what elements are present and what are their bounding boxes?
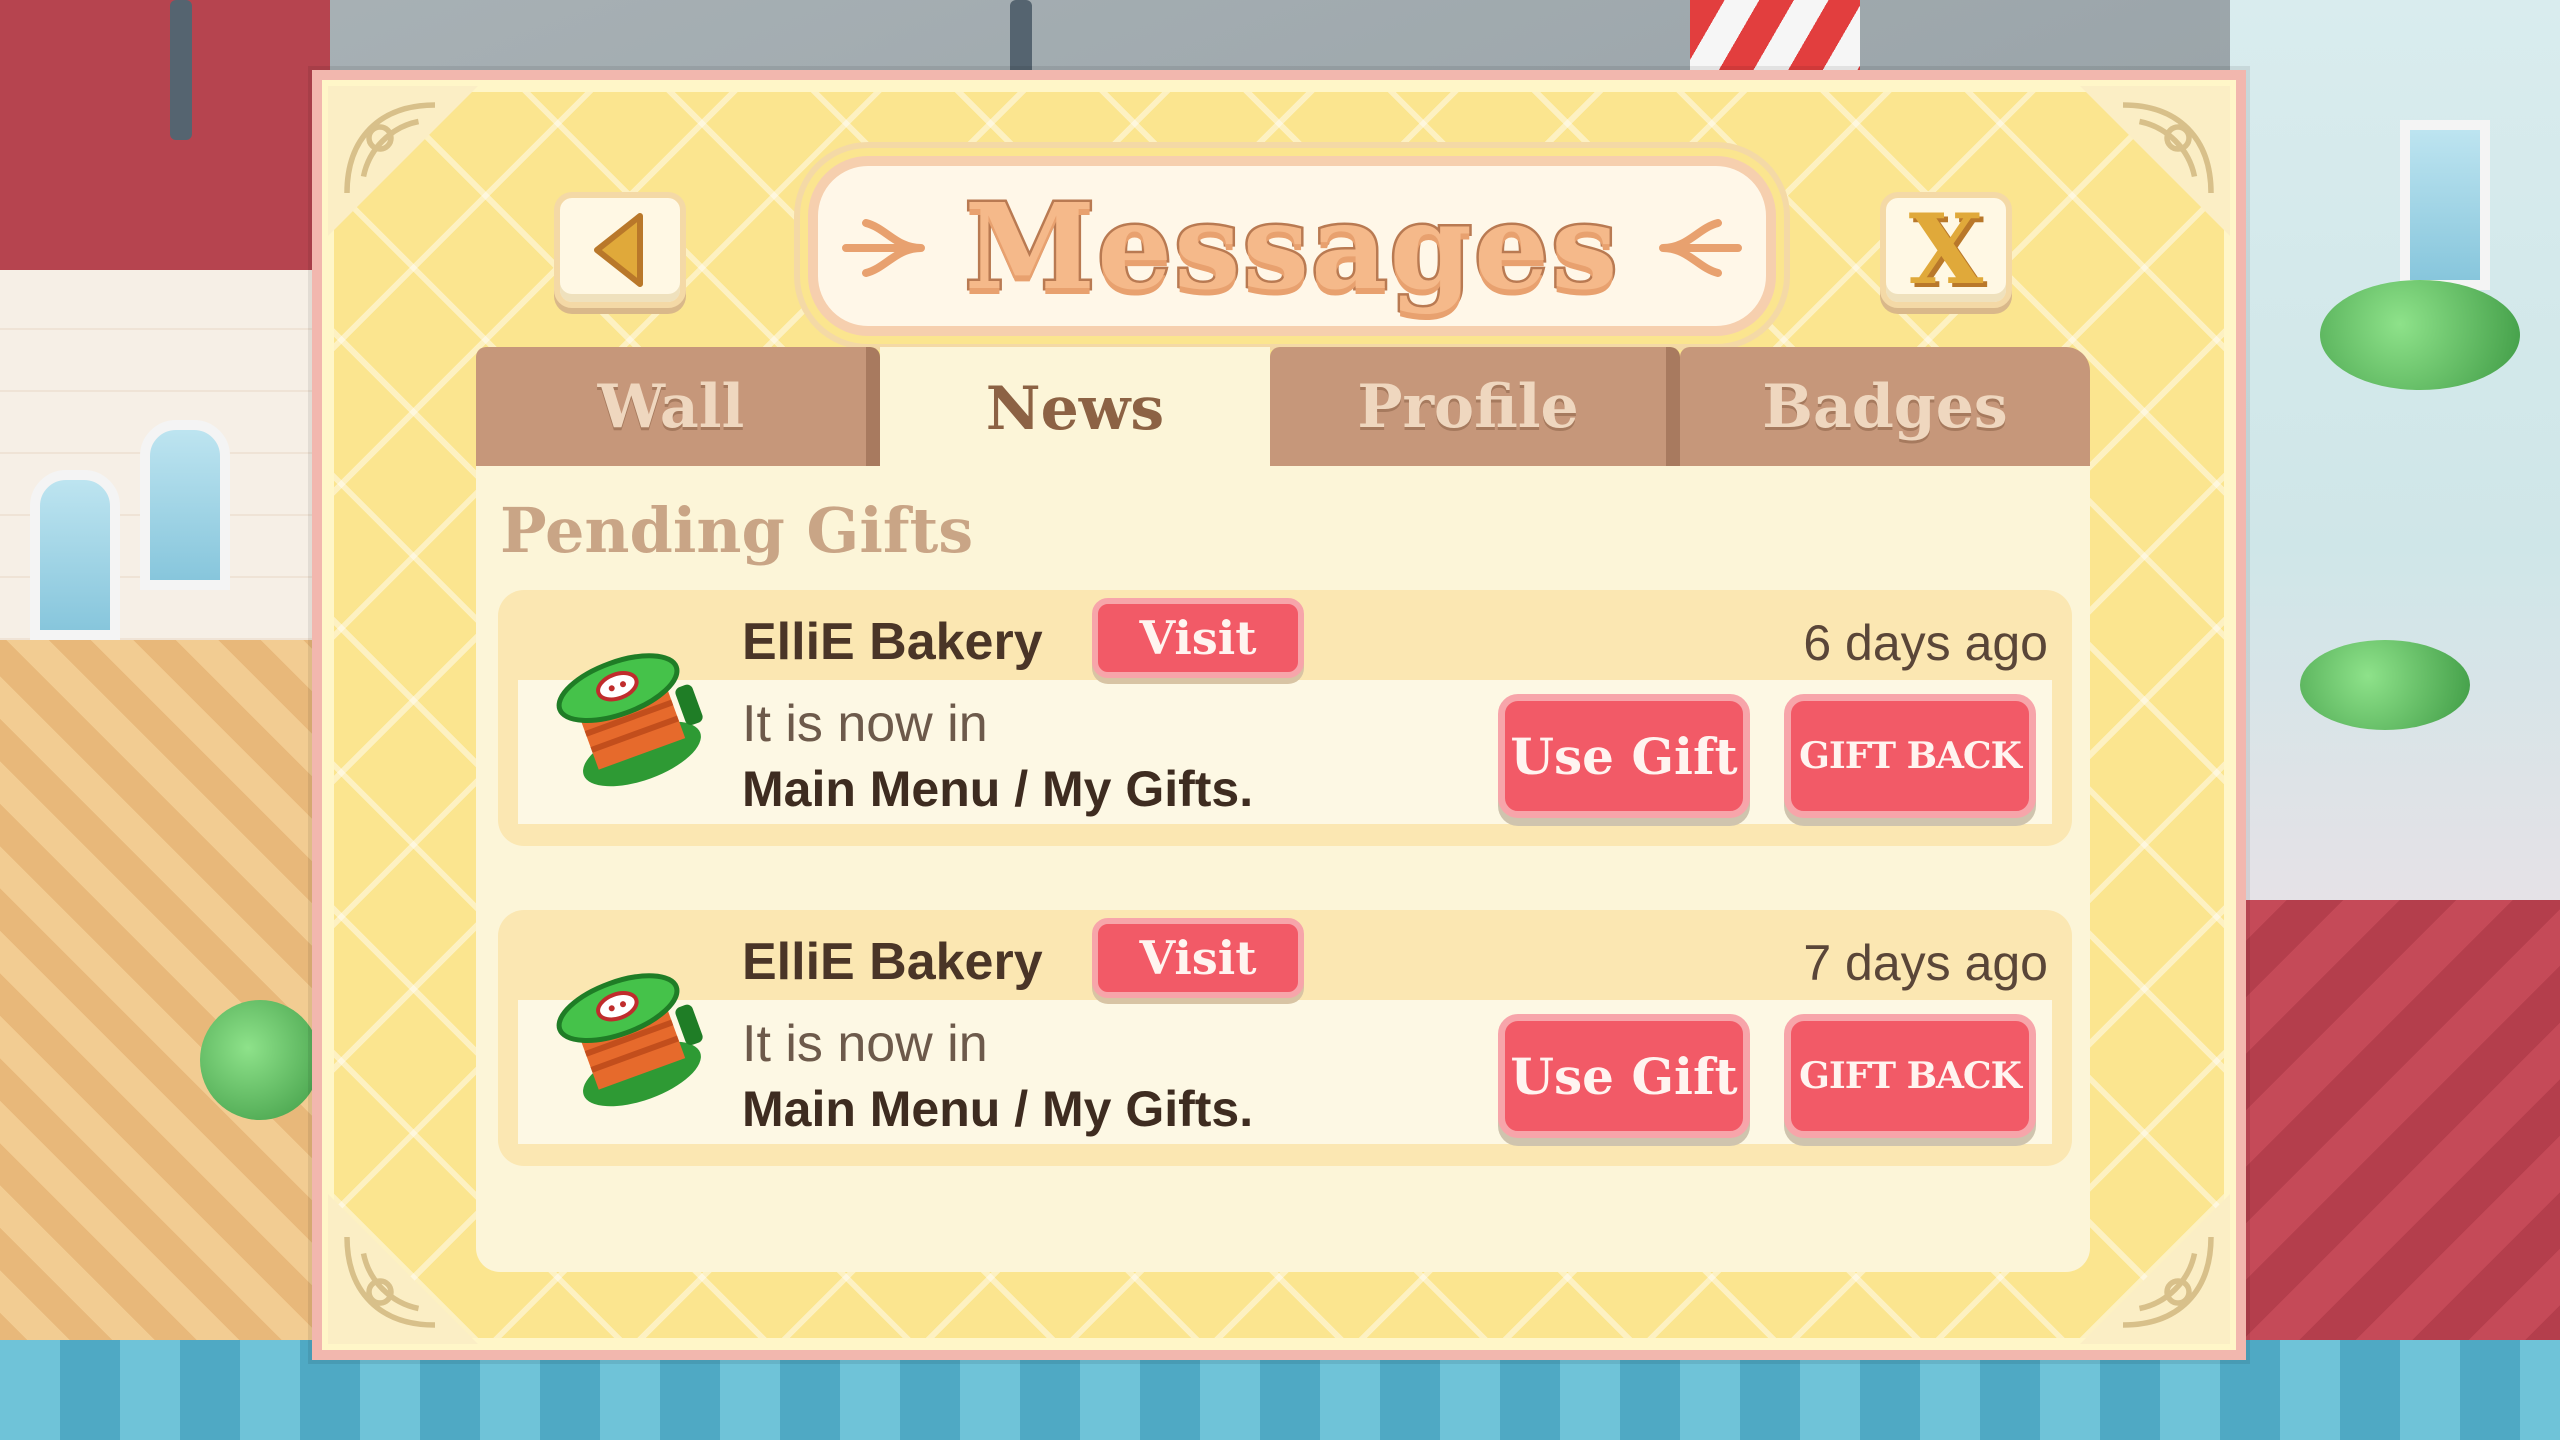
corner-ornament (328, 1194, 478, 1344)
visit-button[interactable]: Visit (1092, 918, 1304, 998)
sender-name: ElliE Bakery (742, 933, 1043, 991)
flower-bush (2320, 280, 2520, 390)
cable-spool-gift-icon (556, 653, 703, 787)
timestamp: 6 days ago (1803, 615, 2048, 671)
back-button[interactable] (554, 192, 686, 308)
flower-bush (2300, 640, 2470, 730)
tab-wall[interactable]: Wall (476, 347, 880, 467)
flourish-icon (842, 219, 925, 277)
bakery-window (30, 470, 120, 640)
striped-awning (1690, 0, 1860, 80)
gift-location: Main Menu / My Gifts. (742, 1081, 1254, 1137)
gift-item: ElliE Bakery Visit 6 days ago It is now … (498, 590, 2072, 846)
gift-item: ElliE Bakery Visit 7 days ago It is now … (498, 910, 2072, 1166)
lamp-post (1010, 0, 1032, 80)
close-button[interactable]: X (1880, 192, 2012, 308)
corner-ornament (2080, 1194, 2230, 1344)
gift-location: Main Menu / My Gifts. (742, 761, 1254, 817)
back-arrow-icon (594, 213, 643, 287)
cable-spool-gift-icon (556, 973, 703, 1107)
use-gift-button[interactable]: Use Gift (1498, 694, 1750, 818)
news-panel: Pending Gifts ElliE Bakery Visit 6 days … (476, 466, 2090, 1272)
tiled-floor (0, 1340, 2560, 1440)
tab-badges[interactable]: Badges (1680, 347, 2090, 467)
sender-name: ElliE Bakery (742, 613, 1043, 671)
bakery-window (140, 420, 230, 590)
corner-ornament (328, 86, 478, 236)
flourish-icon (1659, 219, 1742, 277)
flower-pot (200, 1000, 320, 1120)
timestamp: 7 days ago (1803, 935, 2048, 991)
dialog-title: Messages (962, 174, 1620, 318)
section-title: Pending Gifts (500, 494, 974, 567)
use-gift-button[interactable]: Use Gift (1498, 1014, 1750, 1138)
title-banner: Messages (808, 156, 1776, 336)
tab-news[interactable]: News (880, 347, 1270, 471)
close-icon: X (1908, 193, 1984, 306)
building-window (2400, 120, 2490, 290)
tab-bar: Wall News Profile Badges (476, 347, 2090, 471)
corner-ornament (2080, 86, 2230, 236)
gift-back-button[interactable]: GIFT BACK (1784, 694, 2036, 818)
visit-button[interactable]: Visit (1092, 598, 1304, 678)
messages-dialog: Messages X Wall News Profile Badges Pend… (312, 70, 2246, 1360)
gift-message: It is now in (742, 695, 988, 753)
gift-message: It is now in (742, 1015, 988, 1073)
gift-back-button[interactable]: GIFT BACK (1784, 1014, 2036, 1138)
lamp-post (170, 0, 192, 140)
tab-profile[interactable]: Profile (1270, 347, 1680, 467)
